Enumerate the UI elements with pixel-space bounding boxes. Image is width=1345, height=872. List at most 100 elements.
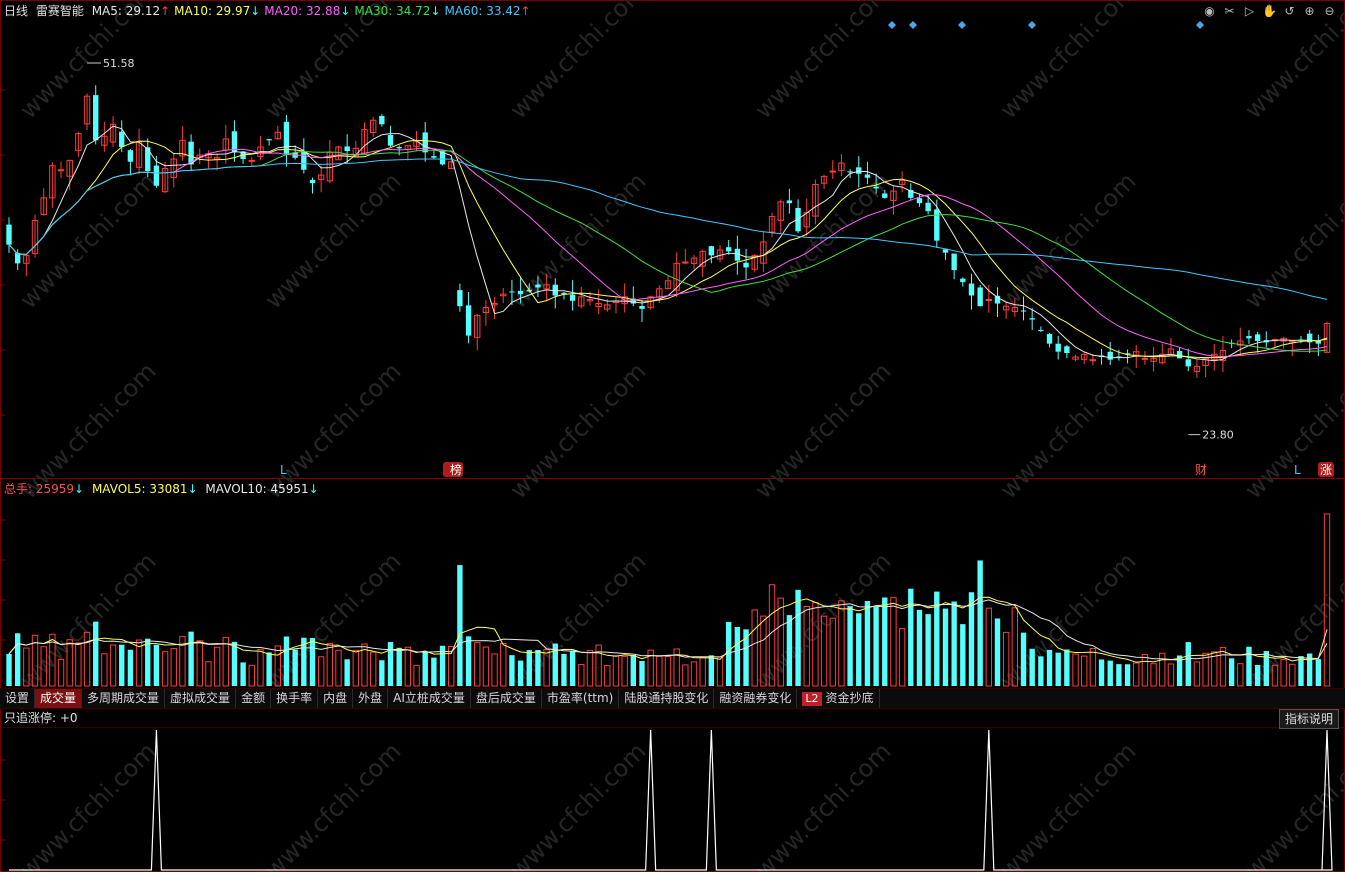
candle-body-down [1038, 329, 1044, 331]
candle-body-down [925, 202, 931, 212]
candle-body-down [509, 291, 515, 293]
tab-0[interactable]: 设置 [0, 689, 36, 708]
volume-bar-down [994, 618, 1001, 686]
scissors-icon[interactable]: ✂ [1222, 4, 1237, 19]
tab-label: 资金抄底 [825, 691, 874, 705]
volume-bar-up [682, 664, 689, 687]
volume-bar-down [127, 649, 134, 686]
volume-bar-up [326, 643, 334, 687]
volume-bar-down [708, 655, 715, 686]
tab-8[interactable]: AI立桩成交量 [388, 689, 471, 708]
signal-diamond [1196, 21, 1204, 29]
volume-bar-up [352, 649, 360, 687]
cai-marker: 财 [1195, 463, 1207, 477]
volume-bar-up [1133, 662, 1140, 687]
tab-11[interactable]: 陆股通持股变化 [619, 689, 715, 708]
watermark-text: www.cfchi.com [14, 737, 161, 872]
tab-label: 多周期成交量 [87, 691, 160, 705]
volume-bar-down [1116, 664, 1122, 686]
tab-2[interactable]: 多周期成交量 [82, 689, 166, 708]
tab-10[interactable]: 市盈率(ttm) [542, 689, 620, 708]
volume-bar-down [569, 650, 576, 686]
volume-bar-down [188, 631, 194, 686]
watermark-text: www.cfchi.com [749, 167, 896, 314]
volume-bar-down [431, 657, 437, 686]
candle-body-down [535, 284, 541, 288]
volume-bar-down [873, 606, 879, 686]
watermark-text: www.cfchi.com [14, 547, 161, 694]
candle-body-down [882, 193, 888, 198]
volume-bar-down [145, 638, 151, 686]
tab-6[interactable]: 内盘 [318, 689, 354, 708]
tab-13[interactable]: L2 资金抄底 [797, 689, 880, 708]
watermark-text: www.cfchi.com [259, 737, 406, 872]
tab-7[interactable]: 外盘 [353, 689, 389, 708]
period-label[interactable]: 日线 [4, 4, 28, 18]
volume-bar-up [699, 656, 706, 687]
hand-icon[interactable]: ✋ [1262, 4, 1277, 19]
tab-3[interactable]: 虚拟成交量 [165, 689, 237, 708]
volume-bar-up [1150, 663, 1157, 687]
volume-bar-down [457, 565, 463, 686]
volume-bar-down [864, 601, 871, 686]
zoom-out-icon[interactable]: ⊖ [1322, 4, 1337, 19]
tab-12[interactable]: 融资融券变化 [714, 689, 798, 708]
volume-bar-up [578, 663, 585, 687]
ma-arrow-1: ↓ [250, 4, 261, 18]
candle-body-down [569, 294, 576, 301]
ma-label-2: MA20: 32.88 [264, 4, 341, 18]
candle-body-down [517, 290, 524, 295]
candle-body-down [708, 246, 715, 256]
indicator-explain-button[interactable]: 指标说明 [1278, 709, 1339, 729]
tab-label: 金额 [241, 691, 266, 705]
volume-bar-down [925, 614, 931, 686]
volume-bar-up [205, 661, 212, 687]
candle-body-down [1107, 351, 1113, 360]
candle-body-down [968, 283, 975, 296]
volume-bar-down [93, 621, 99, 686]
volume-bar-up [656, 655, 663, 687]
ma-label-3: MA30: 34.72 [354, 4, 431, 18]
candle-body-up [248, 159, 255, 162]
undo-icon[interactable]: ↺ [1282, 4, 1297, 19]
zoom-in-icon[interactable]: ⊕ [1302, 4, 1317, 19]
ma-label-0: MA5: 29.12 [91, 4, 161, 18]
candle-body-down [977, 287, 983, 307]
volume-bar-up [898, 628, 906, 687]
tab-5[interactable]: 换手率 [271, 689, 319, 708]
volume-bar-down [153, 644, 160, 686]
tab-9[interactable]: 盘后成交量 [471, 689, 542, 708]
play-icon[interactable]: ▷ [1242, 4, 1257, 19]
volume-bar-down [266, 652, 272, 686]
volume-bar-up [413, 664, 420, 687]
eye-icon[interactable]: ◉ [1202, 4, 1217, 19]
volume-bar-down [1298, 656, 1304, 686]
volume-bar-down [1064, 649, 1070, 686]
candle-body-down [934, 209, 940, 241]
volume-bar-down [240, 662, 246, 686]
volume-bar-up [317, 656, 325, 687]
ma-label-4: MA60: 33.42 [444, 4, 521, 18]
indicator-header: 只追涨停: +0 [4, 709, 82, 727]
volume-bar-down [1263, 651, 1269, 686]
volume-bar-up [369, 651, 377, 687]
volume-bar-down [1124, 664, 1131, 686]
volume-bar-up [604, 665, 611, 687]
candle-body-down [127, 150, 134, 162]
volume-bar-down [960, 624, 966, 686]
indicator-title: 只追涨停: +0 [4, 711, 78, 725]
tab-4[interactable]: 金额 [236, 689, 272, 708]
candle-body-down [1029, 318, 1035, 320]
volume-bar-down [942, 608, 949, 686]
watermark-text: www.cfchi.com [749, 0, 896, 124]
volume-bar-up [482, 646, 490, 687]
volume-bar-up [404, 646, 412, 687]
tab-1[interactable]: 成交量 [35, 689, 83, 708]
tab-label: 市盈率(ttm) [546, 691, 614, 705]
watermark-text: www.cfchi.com [994, 0, 1141, 124]
candle-body-down [93, 95, 99, 141]
volume-bar-up [612, 655, 620, 687]
volume-bar-down [1254, 664, 1261, 686]
low-price-label: 23.80 [1202, 429, 1234, 442]
l-marker-right: L [1294, 463, 1301, 477]
